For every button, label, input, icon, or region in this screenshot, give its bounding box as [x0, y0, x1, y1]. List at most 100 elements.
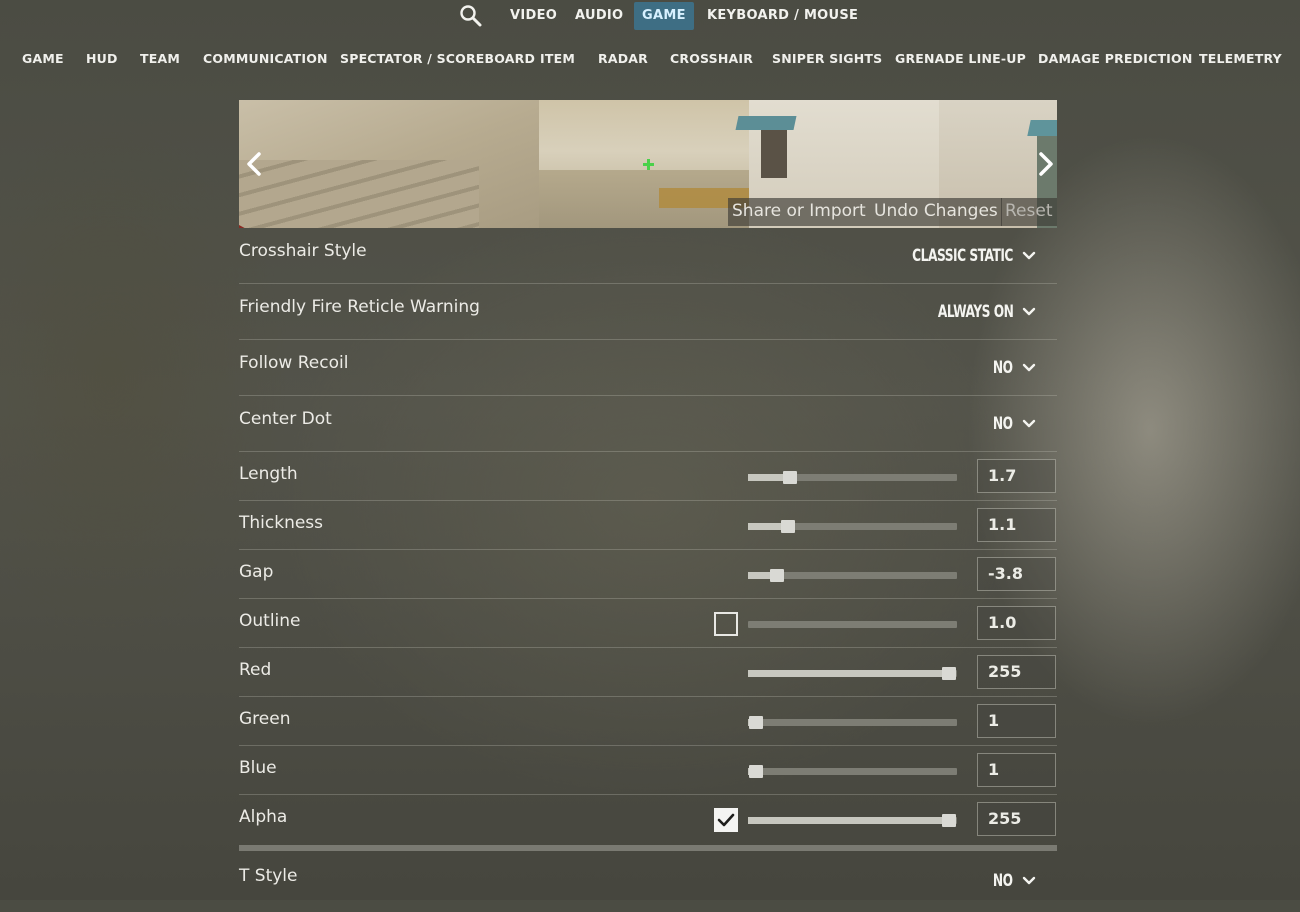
slider-thumb[interactable]: [770, 569, 784, 582]
length-slider[interactable]: [748, 471, 957, 484]
setting-label: Red: [239, 660, 272, 680]
crosshair-style-dropdown[interactable]: CLASSIC STATIC: [887, 244, 1037, 268]
slider-thumb[interactable]: [942, 814, 956, 827]
red-slider[interactable]: [748, 667, 957, 680]
preview-scenery: [735, 116, 797, 130]
preview-scenery: [761, 130, 787, 178]
subtab-telemetry[interactable]: TELEMETRY: [1199, 42, 1282, 76]
subtab-communication[interactable]: COMMUNICATION: [203, 42, 328, 76]
chevron-down-icon: [1022, 419, 1036, 428]
thickness-slider[interactable]: [748, 520, 957, 533]
subtab-spectator-scoreboard[interactable]: SPECTATOR / SCOREBOARD: [340, 42, 535, 76]
section-divider-wrap: [239, 844, 1057, 856]
chevron-down-icon: [1022, 307, 1036, 316]
subtab-team[interactable]: TEAM: [140, 42, 180, 76]
subtab-crosshair[interactable]: CROSSHAIR: [670, 42, 753, 76]
crosshair-preview: Share or Import Undo Changes Reset: [239, 100, 1057, 228]
setting-friendly-fire-warning: Friendly Fire Reticle Warning ALWAYS ON: [239, 284, 1057, 340]
tab-keyboard-mouse[interactable]: KEYBOARD / MOUSE: [699, 2, 866, 30]
setting-center-dot: Center Dot NO: [239, 396, 1057, 452]
chevron-right-icon[interactable]: [1031, 148, 1057, 180]
reset-button[interactable]: Reset: [1001, 198, 1057, 226]
setting-red: Red 255: [239, 648, 1057, 697]
checkmark-icon: [717, 813, 735, 827]
share-or-import-button[interactable]: Share or Import: [728, 198, 870, 226]
undo-changes-button[interactable]: Undo Changes: [870, 198, 1002, 226]
subtab-sniper-sights[interactable]: SNIPER SIGHTS: [772, 42, 882, 76]
setting-follow-recoil: Follow Recoil NO: [239, 340, 1057, 396]
setting-label: Gap: [239, 562, 274, 582]
alpha-slider[interactable]: [748, 814, 957, 827]
length-value-input[interactable]: 1.7: [977, 459, 1056, 493]
slider-thumb[interactable]: [783, 471, 797, 484]
outline-value-input[interactable]: 1.0: [977, 606, 1056, 640]
outline-checkbox[interactable]: [714, 612, 738, 636]
slider-fill: [748, 670, 949, 677]
subtab-hud[interactable]: HUD: [86, 42, 118, 76]
setting-blue: Blue 1: [239, 746, 1057, 795]
crosshair-reticle: [643, 159, 654, 170]
chevron-down-icon: [1022, 251, 1036, 260]
section-divider: [239, 845, 1057, 851]
preview-scenery: [1027, 120, 1057, 136]
setting-green: Green 1: [239, 697, 1057, 746]
slider-thumb[interactable]: [749, 716, 763, 729]
setting-gap: Gap -3.8: [239, 550, 1057, 599]
friendly-fire-dropdown[interactable]: ALWAYS ON: [919, 300, 1037, 324]
setting-label: Length: [239, 464, 298, 484]
sub-nav: GAME HUD TEAM COMMUNICATION SPECTATOR / …: [0, 42, 1300, 76]
setting-label: Blue: [239, 758, 277, 778]
slider-fill: [748, 817, 949, 824]
dropdown-value: NO: [993, 358, 1013, 378]
setting-label: Friendly Fire Reticle Warning: [239, 297, 480, 317]
setting-label: Green: [239, 709, 291, 729]
tab-audio[interactable]: AUDIO: [567, 2, 631, 30]
slider-thumb[interactable]: [781, 520, 795, 533]
subtab-grenade-line-up[interactable]: GRENADE LINE-UP: [895, 42, 1026, 76]
outline-slider[interactable]: [748, 621, 957, 628]
subtab-damage-prediction[interactable]: DAMAGE PREDICTION: [1038, 42, 1193, 76]
setting-label: Outline: [239, 611, 301, 631]
setting-label: Alpha: [239, 807, 288, 827]
subtab-radar[interactable]: RADAR: [598, 42, 648, 76]
setting-length: Length 1.7: [239, 452, 1057, 501]
blue-slider[interactable]: [748, 765, 957, 778]
slider-thumb[interactable]: [942, 667, 956, 680]
gap-slider[interactable]: [748, 569, 957, 582]
setting-label: T Style: [239, 866, 298, 886]
setting-t-style: T Style NO: [239, 856, 1057, 912]
chevron-down-icon: [1022, 876, 1036, 885]
center-dot-dropdown[interactable]: NO: [988, 412, 1037, 436]
slider-thumb[interactable]: [749, 765, 763, 778]
dropdown-value: NO: [993, 414, 1013, 434]
top-nav: VIDEO AUDIO GAME KEYBOARD / MOUSE: [0, 0, 1300, 32]
thickness-value-input[interactable]: 1.1: [977, 508, 1056, 542]
green-value-input[interactable]: 1: [977, 704, 1056, 738]
red-value-input[interactable]: 255: [977, 655, 1056, 689]
preview-scenery: [239, 160, 479, 228]
tab-video[interactable]: VIDEO: [502, 2, 565, 30]
chevron-down-icon: [1022, 363, 1036, 372]
setting-label: Crosshair Style: [239, 241, 367, 261]
blue-value-input[interactable]: 1: [977, 753, 1056, 787]
setting-outline: Outline 1.0: [239, 599, 1057, 648]
tab-game[interactable]: GAME: [634, 2, 694, 30]
t-style-dropdown[interactable]: NO: [988, 869, 1037, 893]
gap-value-input[interactable]: -3.8: [977, 557, 1056, 591]
setting-crosshair-style: Crosshair Style CLASSIC STATIC: [239, 228, 1057, 284]
crosshair-settings: Crosshair Style CLASSIC STATIC Friendly …: [239, 228, 1057, 912]
setting-label: Thickness: [239, 513, 324, 533]
setting-alpha: Alpha 255: [239, 795, 1057, 844]
dropdown-value: ALWAYS ON: [937, 302, 1013, 322]
setting-thickness: Thickness 1.1: [239, 501, 1057, 550]
alpha-checkbox[interactable]: [714, 808, 738, 832]
chevron-left-icon[interactable]: [241, 148, 269, 180]
subtab-game[interactable]: GAME: [22, 42, 64, 76]
alpha-value-input[interactable]: 255: [977, 802, 1056, 836]
search-icon[interactable]: [458, 3, 484, 29]
setting-label: Follow Recoil: [239, 353, 349, 373]
follow-recoil-dropdown[interactable]: NO: [988, 356, 1037, 380]
green-slider[interactable]: [748, 716, 957, 729]
subtab-item[interactable]: ITEM: [540, 42, 575, 76]
dropdown-value: NO: [993, 871, 1013, 891]
